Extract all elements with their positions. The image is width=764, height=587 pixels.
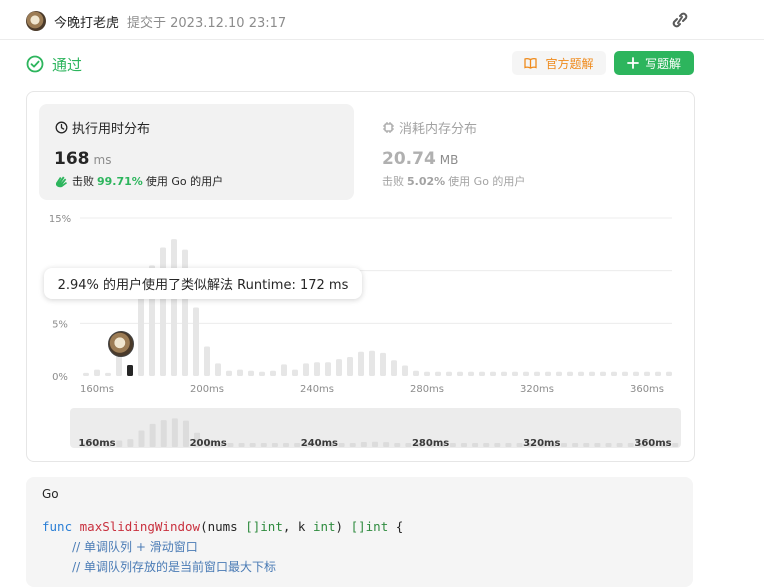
user-avatar[interactable] bbox=[26, 11, 46, 31]
memory-value: 20.74 MB bbox=[382, 149, 458, 169]
runtime-beats: 击败 99.71% 使用 Go 的用户 bbox=[54, 173, 223, 189]
runtime-unit: ms bbox=[93, 153, 112, 167]
code-keyword: func bbox=[42, 519, 73, 534]
code-comment: // 单调队列 + 滑动窗口 bbox=[72, 540, 198, 554]
memory-beats-suffix: 使用 Go 的用户 bbox=[448, 175, 526, 188]
check-circle-icon bbox=[26, 55, 44, 73]
write-solution-label: 写题解 bbox=[644, 56, 681, 71]
write-solution-button[interactable]: 写题解 bbox=[614, 51, 694, 75]
runtime-title: 执行用时分布 bbox=[55, 118, 150, 137]
memory-number: 20.74 bbox=[382, 149, 436, 169]
memory-beats-prefix: 击败 bbox=[382, 175, 404, 188]
accepted-status: 通过 bbox=[26, 53, 82, 75]
chart-range-scrubber[interactable] bbox=[70, 408, 681, 448]
memory-tab[interactable]: 消耗内存分布 bbox=[382, 118, 477, 137]
code-params: (nums bbox=[200, 519, 246, 534]
code-language: Go bbox=[42, 487, 59, 501]
chart-tooltip: 2.94% 的用户使用了类似解法 Runtime: 172 ms bbox=[44, 268, 362, 299]
clapping-hands-icon bbox=[56, 176, 67, 187]
book-icon bbox=[524, 57, 538, 69]
status-label: 通过 bbox=[52, 55, 83, 74]
memory-title-text: 消耗内存分布 bbox=[399, 122, 478, 137]
clock-icon bbox=[55, 121, 68, 134]
submission-header: 今晚打老虎 提交于 2023.12.10 23:17 bbox=[0, 0, 764, 40]
code-params: , k bbox=[282, 519, 313, 534]
chip-icon bbox=[383, 122, 394, 133]
username-link[interactable]: 今晚打老虎 bbox=[54, 12, 119, 31]
runtime-title-text: 执行用时分布 bbox=[72, 122, 151, 137]
official-solution-button[interactable]: 官方题解 bbox=[512, 51, 606, 75]
code-type: []int bbox=[245, 519, 283, 534]
code-type: int bbox=[312, 519, 336, 534]
runtime-value: 168 ms bbox=[54, 149, 111, 169]
runtime-number: 168 bbox=[54, 149, 90, 169]
memory-unit: MB bbox=[439, 153, 459, 167]
memory-beats-pct: 5.02% bbox=[407, 174, 446, 188]
plus-icon bbox=[627, 57, 639, 69]
link-icon[interactable] bbox=[668, 10, 692, 30]
runtime-beats-prefix: 击败 bbox=[72, 175, 94, 188]
runtime-beats-suffix: 使用 Go 的用户 bbox=[145, 175, 224, 188]
code-comment: // 单调队列存放的是当前窗口最大下标 bbox=[72, 560, 277, 574]
code-type: []int bbox=[350, 519, 389, 534]
code-brace: { bbox=[388, 519, 404, 534]
official-solution-label: 官方题解 bbox=[545, 56, 594, 71]
my-submission-avatar[interactable] bbox=[108, 331, 134, 357]
runtime-beats-pct: 99.71% bbox=[97, 174, 143, 188]
submission-time: 提交于 2023.12.10 23:17 bbox=[127, 16, 287, 31]
code-content: func maxSlidingWindow(nums []int, k int)… bbox=[42, 517, 403, 577]
memory-beats: 击败 5.02% 使用 Go 的用户 bbox=[382, 173, 525, 189]
code-params: ) bbox=[335, 519, 351, 534]
code-function-name: maxSlidingWindow bbox=[79, 519, 201, 534]
